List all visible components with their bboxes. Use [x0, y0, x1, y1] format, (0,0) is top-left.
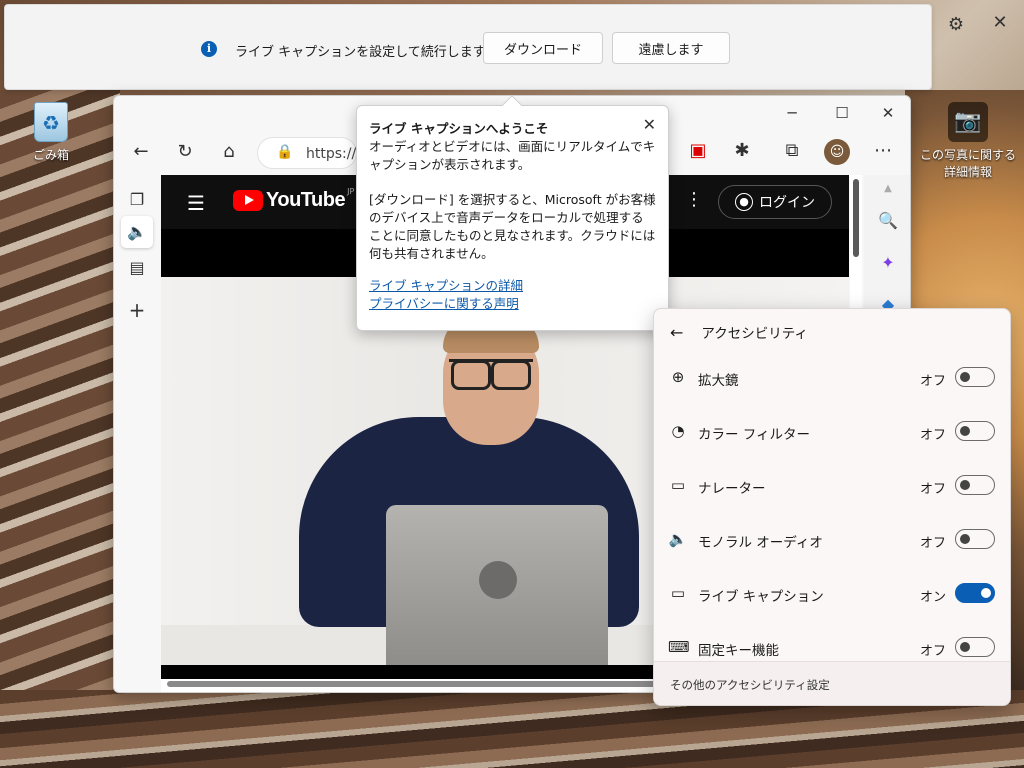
- tab-preview-icon[interactable]: ▤: [121, 252, 153, 284]
- gear-icon[interactable]: ⚙: [946, 14, 966, 35]
- desktop-photo-info[interactable]: 📷 この写真に関する詳細情報: [918, 102, 1018, 180]
- search-icon[interactable]: 🔍: [876, 211, 900, 230]
- live-caption-details-link[interactable]: ライブ キャプションの詳細: [369, 277, 656, 295]
- maximize-icon[interactable]: ☐: [832, 104, 852, 122]
- narrator-toggle[interactable]: [955, 475, 995, 495]
- hamburger-menu-icon[interactable]: ☰: [187, 191, 205, 215]
- accessibility-item-label: 固定キー機能: [698, 643, 779, 659]
- narrator-icon: ▭: [670, 476, 686, 494]
- accessibility-item-label: モノラル オーディオ: [698, 535, 823, 551]
- accessibility-item-label: ナレーター: [698, 481, 766, 497]
- accessibility-item-state: オフ: [920, 428, 947, 443]
- video-laptop-logo: [479, 561, 517, 599]
- back-arrow-icon[interactable]: ←: [129, 141, 153, 162]
- decline-button[interactable]: 遠慮します: [612, 32, 730, 64]
- lock-icon: 🔒: [276, 144, 294, 160]
- recycle-bin-icon: [34, 102, 68, 142]
- address-bar[interactable]: 🔒 https://v: [257, 137, 364, 169]
- accessibility-item-live-caption[interactable]: ▭ ライブ キャプション オン: [654, 567, 1010, 621]
- download-button[interactable]: ダウンロード: [483, 32, 603, 64]
- accessibility-title: アクセシビリティ: [701, 326, 808, 342]
- popover-title: ライブ キャプションへようこそ: [369, 121, 549, 136]
- magnifier-toggle[interactable]: [955, 367, 995, 387]
- live-caption-notification-bar: i ライブ キャプションを設定して続行します。 ダウンロード 遠慮します: [4, 4, 932, 90]
- back-arrow-icon[interactable]: ←: [670, 323, 683, 342]
- youtube-region: JP: [347, 187, 355, 196]
- privacy-statement-link[interactable]: プライバシーに関する声明: [369, 295, 656, 313]
- screen-capture-icon[interactable]: ▣: [686, 140, 710, 161]
- horizontal-scroll-thumb[interactable]: [167, 681, 667, 687]
- more-accessibility-settings-label: その他のアクセシビリティ設定: [670, 678, 830, 692]
- speaker-tab-icon[interactable]: 🔈: [121, 216, 153, 248]
- close-icon[interactable]: ✕: [990, 12, 1010, 33]
- live-caption-welcome-popover: ライブ キャプションへようこそ ✕ オーディオとビデオには、画面にリアルタイムで…: [356, 95, 669, 331]
- live-caption-toggle[interactable]: [955, 583, 995, 603]
- recycle-bin-label: ごみ箱: [32, 148, 69, 162]
- accessibility-item-state: オフ: [920, 482, 947, 497]
- youtube-wordmark: YouTube: [266, 189, 346, 211]
- sidebar-scroll-up-icon[interactable]: ▲: [876, 183, 900, 194]
- accessibility-item-state: オフ: [920, 374, 947, 389]
- wallpaper-left: [0, 90, 120, 768]
- login-label: ログイン: [759, 195, 815, 211]
- color-filter-toggle[interactable]: [955, 421, 995, 441]
- popover-close-icon[interactable]: ✕: [643, 116, 656, 134]
- profile-avatar[interactable]: ☺: [824, 139, 850, 165]
- accessibility-item-mono-audio[interactable]: 🔈 モノラル オーディオ オフ: [654, 513, 1010, 567]
- magnifier-icon: ⊕: [671, 368, 685, 386]
- window-close-icon[interactable]: ✕: [878, 104, 898, 122]
- mono-audio-icon: 🔈: [668, 530, 688, 548]
- more-accessibility-settings[interactable]: その他のアクセシビリティ設定: [654, 661, 1010, 705]
- popover-para1: オーディオとビデオには、画面にリアルタイムでキャプションが表示されます。: [369, 139, 656, 172]
- minimize-icon[interactable]: ─: [782, 104, 802, 122]
- info-icon: i: [201, 41, 217, 57]
- camera-icon: 📷: [948, 102, 988, 142]
- accessibility-item-state: オン: [920, 590, 947, 605]
- collections-icon[interactable]: ⧉: [780, 140, 804, 161]
- popover-para2: [ダウンロード] を選択すると、Microsoft がお客様のデバイス上で音声デ…: [369, 192, 656, 261]
- vertical-tab-sidebar: ❐ 🔈 ▤ +: [114, 176, 158, 692]
- accessibility-flyout: ← アクセシビリティ ⊕ 拡大鏡 オフ ◔ カラー フィルター オフ ▭ ナレー…: [653, 308, 1011, 706]
- live-caption-icon: ▭: [670, 584, 686, 602]
- sticky-keys-toggle[interactable]: [955, 637, 995, 657]
- tab-actions-icon[interactable]: ❐: [121, 184, 153, 216]
- photo-info-label: この写真に関する詳細情報: [919, 148, 1016, 179]
- accessibility-item-state: オフ: [920, 644, 947, 659]
- accessibility-item-narrator[interactable]: ▭ ナレーター オフ: [654, 459, 1010, 513]
- youtube-play-icon: [233, 190, 263, 211]
- desktop-recycle-bin[interactable]: ごみ箱: [26, 102, 76, 163]
- accessibility-item-label: カラー フィルター: [698, 427, 811, 443]
- kebab-menu-icon[interactable]: ⋮: [685, 189, 703, 210]
- vertical-scroll-thumb[interactable]: [853, 179, 859, 257]
- sticky-keys-icon: ⌨: [668, 638, 690, 656]
- copilot-sparkle-icon[interactable]: ✦: [876, 253, 900, 272]
- accessibility-item-state: オフ: [920, 536, 947, 551]
- person-icon: ●: [735, 193, 753, 211]
- extensions-icon[interactable]: ✱: [730, 140, 754, 161]
- new-tab-icon[interactable]: +: [121, 294, 153, 326]
- accessibility-item-color-filter[interactable]: ◔ カラー フィルター オフ: [654, 405, 1010, 459]
- accessibility-item-label: ライブ キャプション: [698, 589, 824, 605]
- notification-message: ライブ キャプションを設定して続行します。: [235, 45, 498, 60]
- accessibility-item-magnifier[interactable]: ⊕ 拡大鏡 オフ: [654, 351, 1010, 405]
- accessibility-item-label: 拡大鏡: [698, 373, 739, 389]
- color-filter-icon: ◔: [671, 422, 685, 440]
- login-button[interactable]: ● ログイン: [718, 185, 832, 219]
- home-icon[interactable]: ⌂: [217, 141, 241, 162]
- refresh-icon[interactable]: ↻: [173, 141, 197, 162]
- accessibility-header: ← アクセシビリティ: [670, 322, 808, 343]
- more-options-icon[interactable]: ⋯: [871, 140, 895, 161]
- youtube-logo[interactable]: YouTube JP: [233, 187, 355, 212]
- mono-audio-toggle[interactable]: [955, 529, 995, 549]
- video-person-glasses: [449, 359, 533, 390]
